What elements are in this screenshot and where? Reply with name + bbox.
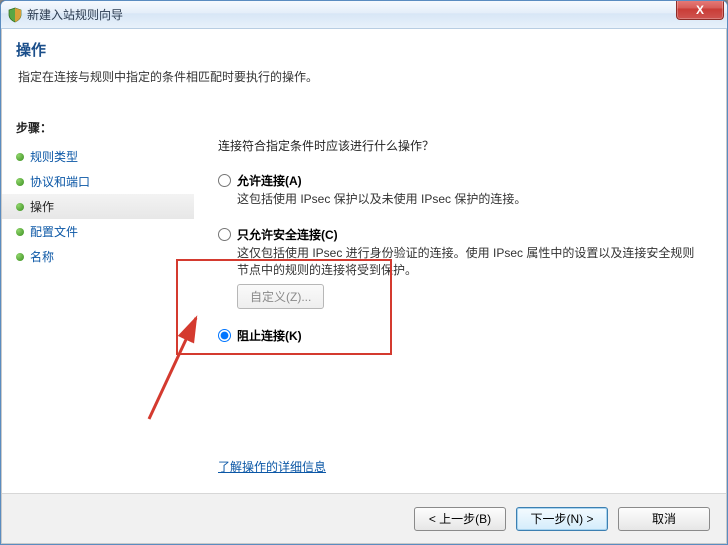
option-allow-desc: 这包括使用 IPsec 保护以及未使用 IPsec 保护的连接。	[237, 191, 697, 208]
option-secure-title: 只允许安全连接(C)	[237, 226, 338, 243]
steps-sidebar: 步骤： 规则类型 协议和端口 操作 配置文件 名称	[2, 109, 194, 493]
back-button[interactable]: < 上一步(B)	[414, 507, 506, 531]
option-secure-desc: 这仅包括使用 IPsec 进行身份验证的连接。使用 IPsec 属性中的设置以及…	[237, 245, 697, 279]
main-panel: 连接符合指定条件时应该进行什么操作？ 允许连接(A) 这包括使用 IPsec 保…	[194, 109, 726, 493]
radio-block[interactable]	[218, 329, 231, 342]
wizard-window: 新建入站规则向导 X 操作 指定在连接与规则中指定的条件相匹配时要执行的操作。 …	[0, 0, 728, 545]
titlebar: 新建入站规则向导 X	[1, 1, 727, 29]
radio-secure[interactable]	[218, 228, 231, 241]
window-title: 新建入站规则向导	[27, 6, 123, 23]
customize-button: 自定义(Z)...	[237, 284, 324, 309]
cancel-button[interactable]: 取消	[618, 507, 710, 531]
wizard-footer: < 上一步(B) 下一步(N) > 取消	[2, 493, 726, 543]
learn-more-link[interactable]: 了解操作的详细信息	[218, 458, 326, 475]
sidebar-item-action[interactable]: 操作	[2, 194, 194, 219]
option-allow-title: 允许连接(A)	[237, 172, 302, 189]
option-allow: 允许连接(A) 这包括使用 IPsec 保护以及未使用 IPsec 保护的连接。	[218, 172, 702, 208]
radio-allow[interactable]	[218, 174, 231, 187]
content-area: 操作 指定在连接与规则中指定的条件相匹配时要执行的操作。 步骤： 规则类型 协议…	[1, 29, 727, 544]
option-block: 阻止连接(K)	[218, 327, 702, 344]
bullet-icon	[16, 153, 24, 161]
sidebar-title: 步骤：	[16, 119, 182, 136]
sidebar-item-profile[interactable]: 配置文件	[16, 219, 182, 244]
option-block-title: 阻止连接(K)	[237, 327, 302, 344]
page-title: 操作	[16, 39, 712, 60]
bullet-icon	[16, 203, 24, 211]
sidebar-item-ruletype[interactable]: 规则类型	[16, 144, 182, 169]
close-icon: X	[696, 3, 704, 17]
sidebar-item-label: 名称	[30, 248, 54, 265]
page-header: 操作 指定在连接与规则中指定的条件相匹配时要执行的操作。	[2, 29, 726, 87]
option-secure-label[interactable]: 只允许安全连接(C)	[218, 226, 702, 243]
sidebar-item-name[interactable]: 名称	[16, 244, 182, 269]
next-button[interactable]: 下一步(N) >	[516, 507, 608, 531]
sidebar-item-label: 规则类型	[30, 148, 78, 165]
option-secure: 只允许安全连接(C) 这仅包括使用 IPsec 进行身份验证的连接。使用 IPs…	[218, 226, 702, 310]
page-subtitle: 指定在连接与规则中指定的条件相匹配时要执行的操作。	[16, 68, 712, 85]
bullet-icon	[16, 228, 24, 236]
sidebar-item-label: 协议和端口	[30, 173, 90, 190]
sidebar-item-label: 操作	[30, 198, 54, 215]
sidebar-item-protocol[interactable]: 协议和端口	[16, 169, 182, 194]
question-text: 连接符合指定条件时应该进行什么操作？	[218, 137, 702, 154]
option-block-label[interactable]: 阻止连接(K)	[218, 327, 702, 344]
shield-icon	[7, 7, 23, 23]
bullet-icon	[16, 178, 24, 186]
option-allow-label[interactable]: 允许连接(A)	[218, 172, 702, 189]
sidebar-item-label: 配置文件	[30, 223, 78, 240]
close-button[interactable]: X	[676, 0, 724, 20]
bullet-icon	[16, 253, 24, 261]
